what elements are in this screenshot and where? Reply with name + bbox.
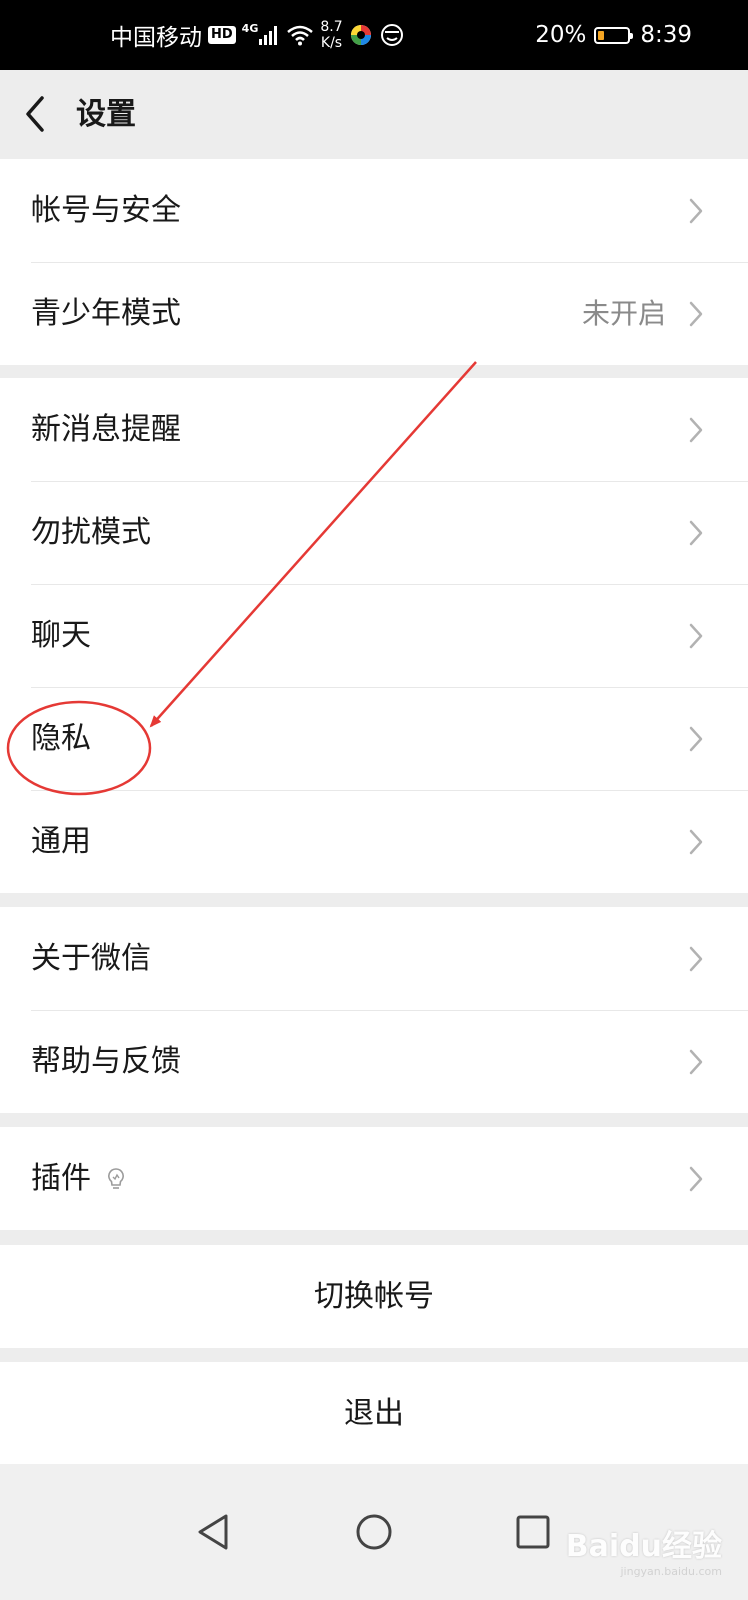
- settings-item-new-message-alerts[interactable]: 新消息提醒: [0, 378, 748, 481]
- teen-mode-status: 未开启: [581, 297, 666, 330]
- battery-fill: [598, 30, 605, 40]
- chevron-right-icon: [689, 623, 703, 649]
- plugins-label-text: 插件: [31, 1161, 91, 1196]
- settings-item-label: 插件: [31, 1127, 127, 1230]
- carrier-name: 中国移动: [110, 25, 202, 51]
- speed-value: 8.7: [320, 19, 343, 35]
- settings-item-label: 新消息提醒: [31, 412, 181, 447]
- settings-group-about: 关于微信 帮助与反馈: [0, 907, 748, 1113]
- settings-item-label: 勿扰模式: [31, 515, 151, 550]
- chevron-right-icon: [689, 520, 703, 546]
- settings-item-chat[interactable]: 聊天: [0, 584, 748, 687]
- settings-item-label: 通用: [31, 824, 91, 859]
- settings-item-privacy[interactable]: 隐私: [0, 687, 748, 790]
- battery-icon: [594, 26, 634, 44]
- chevron-right-icon: [689, 417, 703, 443]
- chevron-right-icon: [689, 829, 703, 855]
- settings-item-general[interactable]: 通用: [0, 790, 748, 893]
- settings-item-teen-mode[interactable]: 青少年模式 未开启: [0, 262, 748, 365]
- system-navigation-bar: Baidu经验 jingyan.baidu.com: [0, 1464, 748, 1600]
- settings-item-label: 隐私: [31, 721, 91, 756]
- status-bar: 中国移动 HD 4G 8.7 K/s 20% 8:39: [0, 0, 748, 70]
- chevron-right-icon: [689, 198, 703, 224]
- baidu-watermark: Baidu经验 jingyan.baidu.com: [566, 1521, 722, 1578]
- face-icon: [380, 24, 403, 46]
- watermark-site: jingyan.baidu.com: [620, 1565, 722, 1578]
- settings-item-label: 帮助与反馈: [31, 1044, 181, 1079]
- switch-account-group: 切换帐号: [0, 1245, 748, 1348]
- logout-button[interactable]: 退出: [0, 1362, 748, 1465]
- settings-item-label: 青少年模式: [31, 296, 181, 331]
- status-left: 中国移动 HD 4G 8.7 K/s: [110, 0, 411, 70]
- settings-item-about-wechat[interactable]: 关于微信: [0, 907, 748, 1010]
- nav-home-icon[interactable]: [350, 1508, 398, 1556]
- network-speed: 8.7 K/s: [320, 19, 342, 51]
- chevron-right-icon: [689, 1049, 703, 1075]
- network-type: 4G: [241, 22, 259, 35]
- settings-item-account-security[interactable]: 帐号与安全: [0, 159, 748, 262]
- settings-item-plugins[interactable]: 插件: [0, 1127, 748, 1230]
- chevron-right-icon: [689, 946, 703, 972]
- chevron-right-icon: [689, 301, 703, 327]
- settings-item-label: 关于微信: [31, 941, 151, 976]
- speed-unit: K/s: [320, 35, 343, 51]
- app-notification-icon: [350, 25, 371, 45]
- nav-recents-icon[interactable]: [509, 1508, 557, 1556]
- wifi-icon: [287, 25, 314, 46]
- settings-item-help-feedback[interactable]: 帮助与反馈: [0, 1010, 748, 1113]
- chevron-right-icon: [689, 726, 703, 752]
- nav-back-icon[interactable]: [190, 1508, 238, 1556]
- switch-account-button[interactable]: 切换帐号: [0, 1245, 748, 1348]
- settings-item-label: 帐号与安全: [31, 193, 181, 228]
- settings-item-label: 聊天: [31, 618, 91, 653]
- logout-group: 退出: [0, 1362, 748, 1465]
- watermark-brand: Baidu经验: [565, 1529, 722, 1564]
- status-right: 20% 8:39: [535, 0, 692, 70]
- settings-item-do-not-disturb[interactable]: 勿扰模式: [0, 481, 748, 584]
- page-title: 设置: [76, 97, 136, 132]
- header: 设置: [0, 70, 748, 159]
- settings-group-account: 帐号与安全 青少年模式 未开启: [0, 159, 748, 365]
- clock: 8:39: [640, 22, 692, 48]
- signal-icon: [259, 26, 278, 45]
- lightbulb-icon: [108, 1167, 124, 1189]
- battery-percent: 20%: [535, 22, 587, 48]
- settings-group-plugins: 插件: [0, 1127, 748, 1230]
- back-arrow-icon[interactable]: [20, 92, 60, 136]
- chevron-right-icon: [689, 1166, 703, 1192]
- settings-group-general: 新消息提醒 勿扰模式 聊天 隐私 通用: [0, 378, 748, 893]
- hd-badge: HD: [208, 26, 236, 44]
